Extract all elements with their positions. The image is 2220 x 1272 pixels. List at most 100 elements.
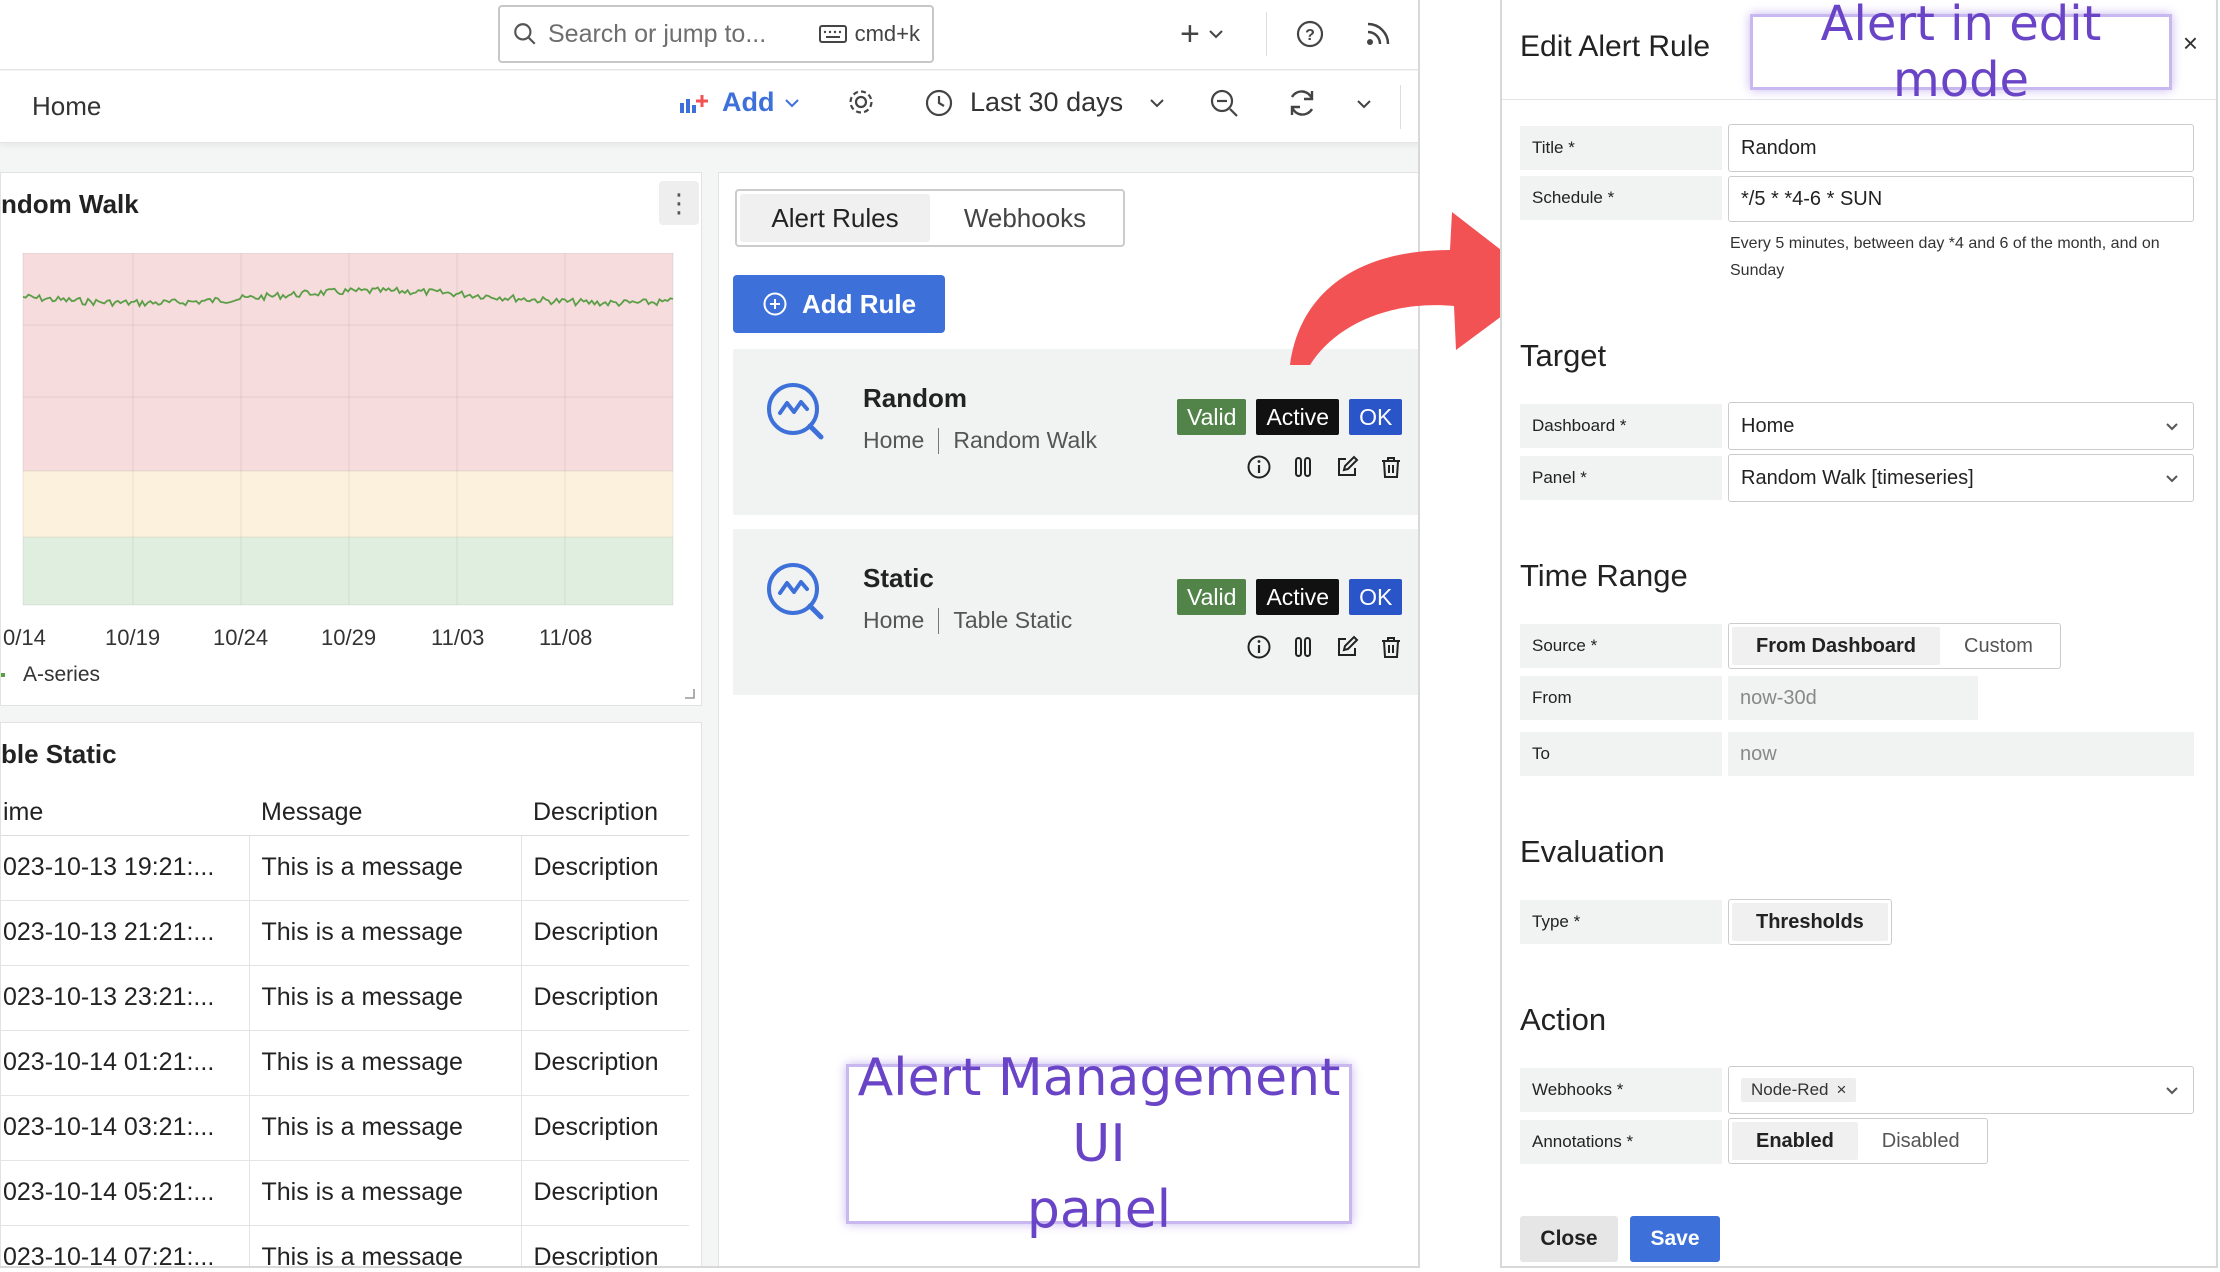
from-input[interactable]: now-30d — [1728, 676, 1978, 720]
remove-chip-icon[interactable]: × — [1837, 1080, 1847, 1100]
pause-button[interactable] — [1289, 633, 1317, 661]
timeseries-chart — [22, 253, 674, 606]
threshold-band-yellow — [23, 471, 673, 537]
edit-button[interactable] — [1333, 633, 1361, 661]
time-range-picker[interactable]: Last 30 days — [924, 87, 1165, 118]
close-button[interactable]: Close — [1520, 1216, 1618, 1262]
add-button[interactable]: Add — [678, 87, 800, 118]
divider — [1400, 85, 1401, 129]
schedule-input[interactable]: */5 * *4-6 * SUN — [1728, 176, 2194, 222]
panel-menu-button[interactable]: ⋮ — [659, 181, 699, 225]
resize-handle-icon[interactable] — [683, 687, 695, 699]
zoom-out-button[interactable] — [1208, 87, 1240, 119]
alert-tabs: Alert Rules Webhooks — [735, 189, 1125, 247]
type-toggle: Thresholds — [1728, 899, 1892, 945]
delete-button[interactable] — [1377, 633, 1405, 661]
refresh-icon — [1290, 90, 1314, 116]
cell-description: Description — [521, 1095, 689, 1161]
panel-select[interactable]: Random Walk [timeseries] — [1728, 454, 2194, 502]
refresh-interval-button[interactable] — [1356, 99, 1372, 109]
alert-rule-icon — [767, 563, 824, 620]
rule-panel: Table Static — [953, 607, 1073, 633]
zoom-out-icon — [1210, 89, 1238, 117]
add-label: Add — [722, 87, 775, 117]
column-header-description[interactable]: Description — [521, 791, 689, 836]
cell-time: 023-10-14 05:21:... — [1, 1160, 250, 1226]
info-icon — [1247, 635, 1271, 659]
settings-button[interactable] — [846, 87, 876, 117]
rule-badges: Valid Active OK — [1177, 399, 1403, 435]
pause-button[interactable] — [1289, 453, 1317, 481]
panel-value: Random Walk [timeseries] — [1741, 466, 1974, 489]
status-badge-active: Active — [1256, 399, 1340, 435]
column-header-message[interactable]: Message — [249, 791, 521, 836]
type-option-thresholds[interactable]: Thresholds — [1732, 903, 1888, 941]
legend-swatch — [1, 673, 5, 677]
rule-actions — [1245, 633, 1405, 661]
cell-time: 023-10-14 01:21:... — [1, 1030, 250, 1096]
cell-time: 023-10-13 19:21:... — [1, 835, 250, 901]
tab-webhooks[interactable]: Webhooks — [930, 194, 1120, 242]
rule-card-static[interactable]: Static Home Table Static Valid Active OK — [733, 529, 1418, 695]
info-button[interactable] — [1245, 453, 1273, 481]
tab-alert-rules[interactable]: Alert Rules — [740, 194, 930, 242]
webhooks-multiselect[interactable]: Node-Red × — [1728, 1066, 2194, 1114]
rule-dashboard: Home — [863, 427, 925, 453]
news-button[interactable] — [1358, 14, 1398, 54]
from-value: now-30d — [1740, 686, 1817, 709]
x-tick: 11/08 — [539, 625, 593, 650]
title-input[interactable]: Random — [1728, 124, 2194, 172]
save-button[interactable]: Save — [1630, 1216, 1720, 1262]
cell-time: 023-10-13 23:21:... — [1, 965, 250, 1031]
to-input[interactable]: now — [1728, 732, 2194, 776]
cell-message: This is a message — [249, 900, 522, 966]
threshold-band-red — [23, 253, 673, 471]
table-row: 023-10-13 21:21:... This is a message Desc… — [1, 900, 689, 966]
table-row: 023-10-14 01:21:... This is a message Desc… — [1, 1030, 689, 1096]
annotations-option-disabled[interactable]: Disabled — [1858, 1122, 1984, 1160]
panel-label: Panel * — [1520, 456, 1722, 500]
keyboard-icon — [818, 25, 847, 43]
cell-description: Description — [521, 965, 689, 1031]
section-target: Target — [1520, 338, 1607, 373]
cell-description: Description — [521, 1225, 689, 1266]
help-button[interactable]: ? — [1290, 14, 1330, 54]
svg-text:?: ? — [1305, 27, 1315, 44]
cell-message: This is a message — [249, 835, 522, 901]
to-label: To — [1520, 732, 1722, 776]
info-button[interactable] — [1245, 633, 1273, 661]
new-button[interactable]: + — [1180, 14, 1224, 54]
x-tick: 11/03 — [431, 625, 485, 650]
cell-message: This is a message — [249, 1030, 522, 1096]
source-option-dashboard[interactable]: From Dashboard — [1732, 627, 1941, 665]
search-input[interactable]: Search or jump to... cmd+k — [498, 5, 934, 63]
dashboard-select[interactable]: Home — [1728, 402, 2194, 450]
chevron-down-icon — [1150, 98, 1164, 107]
delete-button[interactable] — [1377, 453, 1405, 481]
trash-icon — [1382, 637, 1400, 658]
cell-message: This is a message — [249, 1095, 522, 1161]
search-shortcut: cmd+k — [818, 21, 920, 47]
rule-panel: Random Walk — [953, 427, 1097, 453]
cell-description: Description — [521, 900, 689, 966]
annotations-option-enabled[interactable]: Enabled — [1732, 1122, 1858, 1160]
search-icon — [514, 23, 536, 45]
refresh-button[interactable] — [1286, 87, 1318, 119]
static-table: ime Message Description 023-10-13 19:21:… — [1, 791, 689, 1266]
edit-button[interactable] — [1333, 453, 1361, 481]
chart-legend[interactable]: A-series — [1, 663, 100, 687]
shortcut-label: cmd+k — [854, 21, 920, 46]
help-icon: ? — [1296, 20, 1324, 48]
add-circle-icon — [763, 292, 787, 316]
add-rule-label: Add Rule — [801, 288, 917, 319]
add-rule-button[interactable]: Add Rule — [733, 275, 945, 333]
source-option-custom[interactable]: Custom — [1940, 627, 2057, 665]
webhooks-label: Webhooks * — [1520, 1068, 1722, 1112]
column-header-time[interactable]: ime — [1, 791, 249, 836]
dashboard-toolbar: Home Add Last 30 days — [0, 71, 1418, 143]
x-tick: 10/19 — [105, 625, 161, 650]
callout-line: panel — [1026, 1180, 1172, 1240]
breadcrumb[interactable]: Home — [32, 91, 101, 122]
close-icon[interactable]: × — [2183, 28, 2198, 59]
pause-icon — [1295, 457, 1311, 477]
